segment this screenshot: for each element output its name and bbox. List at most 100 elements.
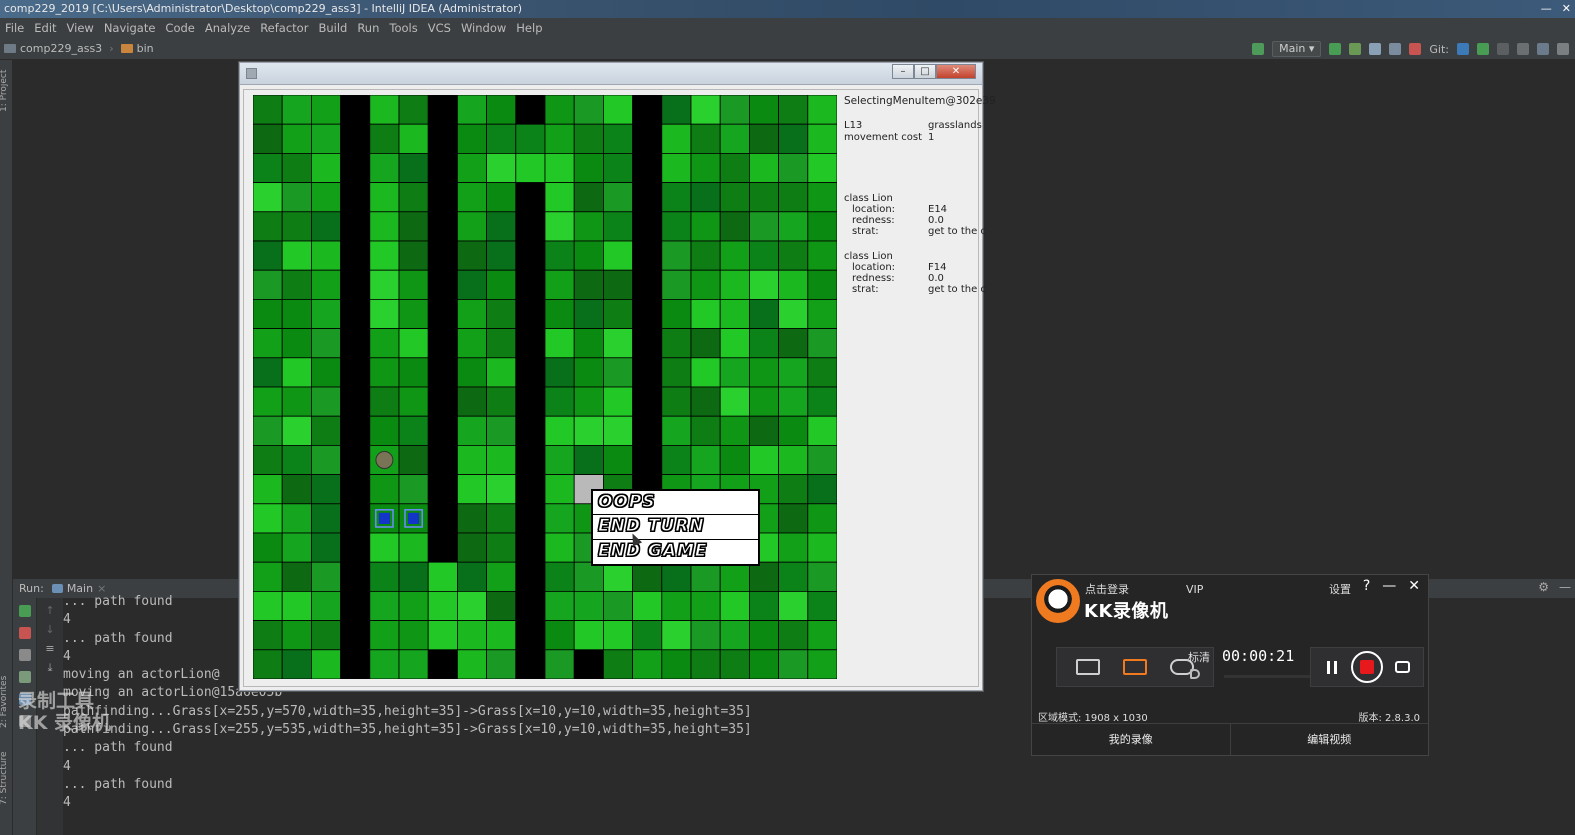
grid-cell-grass[interactable] <box>456 474 487 505</box>
grid-cell-grass[interactable] <box>748 620 779 651</box>
grid-cell-grass[interactable] <box>748 95 779 125</box>
grid-cell-grass[interactable] <box>661 298 692 329</box>
grid-cell-grass[interactable] <box>398 415 429 446</box>
grid-cell-wall[interactable] <box>632 153 663 184</box>
breadcrumb-folder[interactable]: bin <box>137 42 154 55</box>
grid-cell-grass[interactable] <box>398 474 429 505</box>
grid-cell-grass[interactable] <box>281 298 312 329</box>
grid-cell-grass[interactable] <box>602 153 633 184</box>
soft-wrap-icon[interactable]: ≡ <box>37 642 63 655</box>
grid-cell-grass[interactable] <box>253 503 283 534</box>
grid-cell-grass[interactable] <box>748 561 779 592</box>
stop-record-button[interactable] <box>1351 651 1383 683</box>
grid-cell-grass[interactable] <box>778 649 809 679</box>
grid-cell-grass[interactable] <box>311 240 342 271</box>
grid-cell-grass[interactable] <box>253 561 283 592</box>
grid-cell-grass[interactable] <box>281 590 312 621</box>
grid-cell-grass[interactable] <box>253 298 283 329</box>
grid-cell-wall[interactable] <box>340 328 371 359</box>
grid-cell-grass[interactable] <box>311 532 342 563</box>
grid-cell-grass[interactable] <box>369 620 400 651</box>
menu-item-end-game[interactable]: END GAME <box>593 540 758 564</box>
grid-cell-grass[interactable] <box>398 532 429 563</box>
grid-cell-wall[interactable] <box>632 328 663 359</box>
grid-cell-wall[interactable] <box>632 211 663 242</box>
grid-cell-grass[interactable] <box>807 298 837 329</box>
grid-cell-grass[interactable] <box>398 620 429 651</box>
grid-cell-grass[interactable] <box>690 182 721 213</box>
grid-cell-grass[interactable] <box>311 474 342 505</box>
grid-cell-wall[interactable] <box>340 269 371 300</box>
lion-actor-token[interactable] <box>378 512 390 524</box>
grid-cell-grass[interactable] <box>486 590 517 621</box>
grid-cell-grass[interactable] <box>807 328 837 359</box>
grid-cell-grass[interactable] <box>369 240 400 271</box>
grid-cell-grass[interactable] <box>748 444 779 475</box>
grid-cell-grass[interactable] <box>486 298 517 329</box>
grid-cell-grass[interactable] <box>398 211 429 242</box>
grid-cell-grass[interactable] <box>573 386 604 417</box>
grid-cell-grass[interactable] <box>369 649 400 679</box>
grid-cell-grass[interactable] <box>690 95 721 125</box>
grid-cell-grass[interactable] <box>690 298 721 329</box>
grid-cell-grass[interactable] <box>602 298 633 329</box>
grid-cell-grass[interactable] <box>486 649 517 679</box>
grid-cell-wall[interactable] <box>515 415 546 446</box>
grid-cell-grass[interactable] <box>719 561 750 592</box>
grid-cell-wall[interactable] <box>515 503 546 534</box>
grid-cell-grass[interactable] <box>253 269 283 300</box>
grid-cell-wall[interactable] <box>340 357 371 388</box>
grid-cell-grass[interactable] <box>253 590 283 621</box>
grid-cell-grass[interactable] <box>807 357 837 388</box>
grid-cell-grass[interactable] <box>748 298 779 329</box>
grid-cell-grass[interactable] <box>281 561 312 592</box>
grid-cell-grass[interactable] <box>661 357 692 388</box>
grid-cell-grass[interactable] <box>807 182 837 213</box>
grid-cell-grass[interactable] <box>515 153 546 184</box>
grid-cell-grass[interactable] <box>369 474 400 505</box>
grid-cell-grass[interactable] <box>661 153 692 184</box>
grid-cell-grass[interactable] <box>486 444 517 475</box>
grid-cell-grass[interactable] <box>661 444 692 475</box>
grid-cell-grass[interactable] <box>456 269 487 300</box>
grid-cell-grass[interactable] <box>719 620 750 651</box>
grid-cell-grass[interactable] <box>778 620 809 651</box>
menu-window[interactable]: Window <box>456 21 511 35</box>
favorites-tool-tab[interactable]: 2: Favorites <box>0 676 9 728</box>
grid-cell-grass[interactable] <box>719 269 750 300</box>
grid-cell-grass[interactable] <box>719 240 750 271</box>
grid-cell-wall[interactable] <box>427 298 458 329</box>
grid-cell-wall[interactable] <box>427 240 458 271</box>
grid-cell-grass[interactable] <box>661 240 692 271</box>
grid-cell-wall[interactable] <box>632 269 663 300</box>
grid-cell-wall[interactable] <box>632 386 663 417</box>
grid-cell-grass[interactable] <box>778 123 809 154</box>
game-window-title-bar[interactable]: – □ ✕ <box>240 63 982 85</box>
grid-cell-wall[interactable] <box>515 211 546 242</box>
grid-cell-grass[interactable] <box>778 415 809 446</box>
grid-cell-grass[interactable] <box>807 386 837 417</box>
grid-cell-wall[interactable] <box>340 298 371 329</box>
grid-cell-grass[interactable] <box>486 620 517 651</box>
grid-cell-grass[interactable] <box>544 182 575 213</box>
scroll-up-icon[interactable]: ↑ <box>37 604 63 617</box>
grid-cell-grass[interactable] <box>486 95 517 125</box>
grid-cell-wall[interactable] <box>340 474 371 505</box>
grid-cell-grass[interactable] <box>456 211 487 242</box>
grid-cell-grass[interactable] <box>369 590 400 621</box>
grid-cell-grass[interactable] <box>398 357 429 388</box>
grid-cell-grass[interactable] <box>253 386 283 417</box>
grid-cell-wall[interactable] <box>340 415 371 446</box>
grid-cell-grass[interactable] <box>778 590 809 621</box>
grid-cell-grass[interactable] <box>311 386 342 417</box>
grid-cell-grass[interactable] <box>398 328 429 359</box>
grid-cell-grass[interactable] <box>719 649 750 679</box>
grid-cell-grass[interactable] <box>544 95 575 125</box>
grid-cell-wall[interactable] <box>515 444 546 475</box>
grid-cell-grass[interactable] <box>661 620 692 651</box>
grid-cell-grass[interactable] <box>369 386 400 417</box>
grid-cell-grass[interactable] <box>778 357 809 388</box>
menu-item-oops[interactable]: OOPS <box>593 491 758 516</box>
git-update-icon[interactable] <box>1457 43 1469 55</box>
git-revert-icon[interactable] <box>1517 43 1529 55</box>
